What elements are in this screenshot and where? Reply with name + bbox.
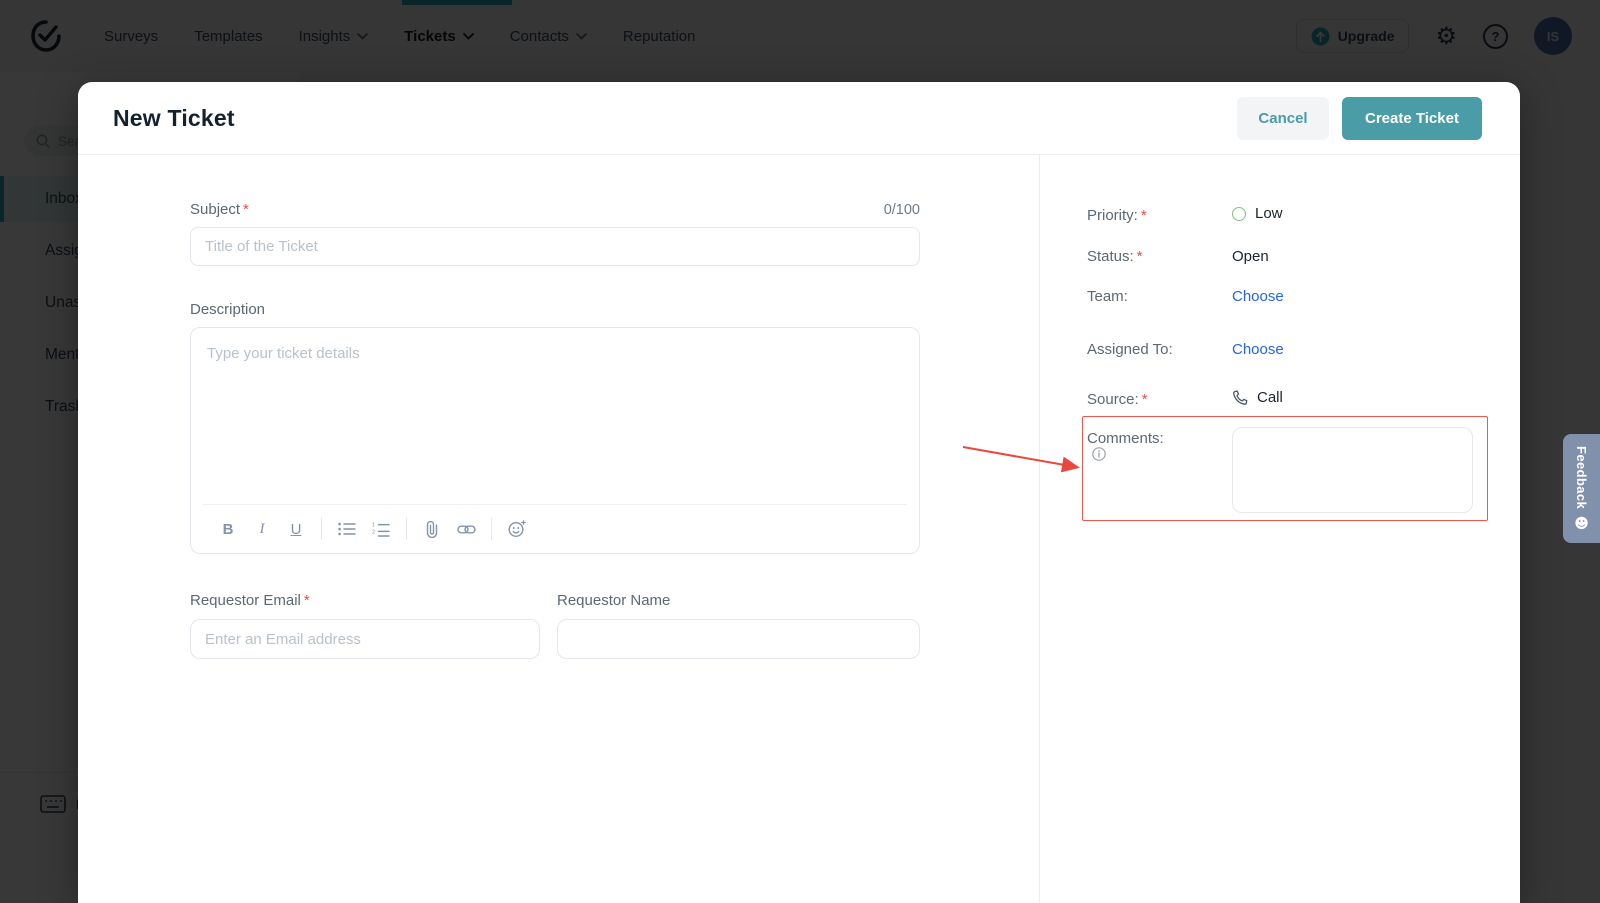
link-icon[interactable]: [449, 514, 483, 544]
richtext-toolbar: B I U 1 2: [203, 504, 907, 553]
description-editor[interactable]: Type your ticket details B I U 1 2: [190, 327, 920, 554]
subject-input[interactable]: [190, 227, 920, 266]
italic-icon[interactable]: I: [245, 514, 279, 544]
modal-title: New Ticket: [113, 104, 235, 131]
new-ticket-modal: New Ticket Cancel Create Ticket Subject *…: [78, 82, 1520, 903]
smiley-icon: ☻: [1574, 515, 1589, 532]
toolbar-divider: [491, 518, 492, 540]
required-asterisk: *: [1141, 391, 1148, 408]
cancel-button[interactable]: Cancel: [1237, 96, 1329, 140]
svg-text:2: 2: [372, 529, 375, 535]
page: Surveys Templates Insights Tickets Conta…: [0, 0, 1600, 903]
requestor-email-label-text: Requestor Email: [190, 592, 301, 609]
required-asterisk: *: [1136, 248, 1143, 265]
underline-icon[interactable]: U: [279, 514, 313, 544]
priority-label-text: Priority:: [1087, 207, 1138, 224]
annotation-arrow: [962, 446, 1080, 473]
description-placeholder: Type your ticket details: [207, 345, 360, 362]
emoji-icon[interactable]: [500, 514, 534, 544]
feedback-tab[interactable]: Feedback ☻: [1563, 434, 1600, 543]
source-label: Source: *: [1087, 391, 1148, 408]
ticket-form: Subject* 0/100 Description Type your tic…: [190, 155, 920, 903]
team-label: Team:: [1087, 288, 1128, 305]
toolbar-divider: [321, 518, 322, 540]
toolbar-divider: [406, 518, 407, 540]
subject-char-counter: 0/100: [883, 202, 920, 218]
assigned-choose-text: Choose: [1232, 341, 1284, 358]
status-value[interactable]: Open: [1232, 248, 1269, 265]
bullet-list-icon[interactable]: [330, 514, 364, 544]
comments-label: Comments:: [1087, 430, 1164, 461]
team-choose-link[interactable]: Choose: [1232, 288, 1284, 305]
priority-value-text: Low: [1255, 205, 1283, 222]
subject-label-text: Subject: [190, 201, 241, 218]
comments-label-text: Comments:: [1087, 430, 1164, 447]
requestor-name-input[interactable]: [557, 619, 920, 659]
bold-icon[interactable]: B: [211, 514, 245, 544]
status-label-text: Status:: [1087, 248, 1134, 265]
required-asterisk: *: [243, 201, 249, 218]
svg-text:1: 1: [372, 522, 375, 528]
numbered-list-icon[interactable]: 1 2: [364, 514, 398, 544]
phone-call-icon: [1233, 390, 1248, 405]
required-asterisk: *: [1140, 207, 1147, 224]
priority-low-icon: [1232, 206, 1246, 221]
description-label: Description: [190, 301, 266, 318]
status-value-text: Open: [1232, 248, 1269, 265]
requestor-email-label: Requestor Email *: [190, 592, 540, 609]
source-label-text: Source:: [1087, 391, 1139, 408]
comments-textarea[interactable]: [1232, 427, 1473, 513]
subject-label: Subject *: [190, 201, 249, 218]
assigned-to-choose-link[interactable]: Choose: [1232, 341, 1284, 358]
attachment-paperclip-icon[interactable]: [415, 514, 449, 544]
feedback-tab-label: Feedback: [1574, 446, 1589, 510]
team-choose-text: Choose: [1232, 288, 1284, 305]
requestor-name-label: Requestor Name: [557, 592, 671, 609]
priority-label: Priority: *: [1087, 207, 1147, 224]
source-value[interactable]: Call: [1232, 389, 1283, 406]
priority-value[interactable]: Low: [1232, 205, 1283, 222]
modal-header: New Ticket Cancel Create Ticket: [78, 82, 1520, 155]
pane-divider: [1039, 155, 1040, 903]
info-icon: [1092, 447, 1106, 461]
requestor-email-input[interactable]: [190, 619, 540, 659]
status-label: Status: *: [1087, 248, 1143, 265]
source-value-text: Call: [1257, 389, 1283, 406]
required-asterisk: *: [303, 592, 310, 609]
create-ticket-button[interactable]: Create Ticket: [1342, 96, 1482, 140]
assigned-to-label: Assigned To:: [1087, 341, 1173, 358]
modal-body: Subject* 0/100 Description Type your tic…: [78, 155, 1520, 903]
